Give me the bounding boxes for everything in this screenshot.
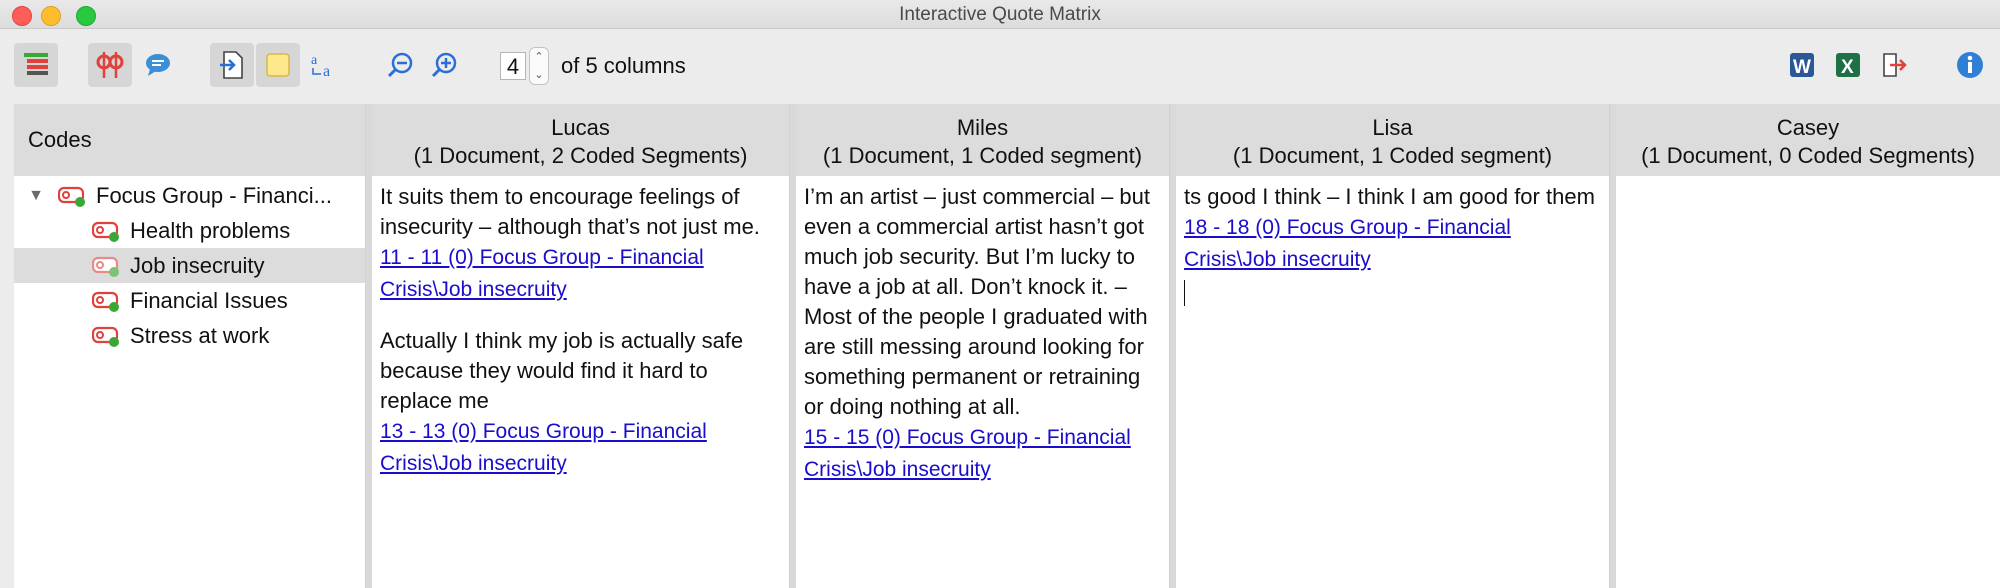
column-summary: (1 Document, 2 Coded Segments) [413, 143, 748, 168]
column-body[interactable]: ts good I think – I think I am good for … [1176, 176, 1609, 314]
segment-link[interactable]: 13 - 13 (0) Focus Group - Financial Cris… [380, 416, 781, 480]
coded-segments-icon [96, 52, 124, 78]
matrix-column-casey: Casey (1 Document, 0 Coded Segments) [1616, 104, 2000, 588]
info-button[interactable] [1948, 43, 1992, 87]
column-header: Lisa (1 Document, 1 Coded segment) [1176, 104, 1609, 176]
font-icon: a a [311, 53, 330, 80]
svg-text:W: W [1793, 57, 1811, 78]
columns-stepper[interactable]: ⌃ ⌄ [529, 47, 549, 85]
column-name: Miles [956, 115, 1009, 140]
column-body: I’m an artist – just commercial – but ev… [796, 176, 1169, 486]
column-body [1616, 176, 2000, 182]
column-name: Lisa [1372, 115, 1413, 140]
memo-button[interactable] [256, 43, 300, 87]
codes-header: Codes [14, 104, 365, 176]
segment-text: Actually I think my job is actually safe… [380, 328, 744, 413]
matrix-column-miles: Miles (1 Document, 1 Coded segment) I’m … [796, 104, 1170, 588]
columns-label: of 5 columns [561, 53, 686, 78]
code-icon [91, 219, 122, 243]
columns-spinner: 4 ⌃ ⌄ of 5 columns [500, 47, 686, 85]
excel-export-icon: X [1836, 53, 1860, 78]
column-body: It suits them to encourage feelings of i… [372, 176, 789, 480]
code-label: Job insecruity [130, 252, 265, 278]
window-title: Interactive Quote Matrix [899, 4, 1101, 25]
comments-icon [146, 54, 170, 76]
svg-text:a: a [311, 53, 318, 68]
column-header: Miles (1 Document, 1 Coded segment) [796, 104, 1169, 176]
svg-text:a: a [323, 63, 330, 80]
column-header: Lucas (1 Document, 2 Coded Segments) [372, 104, 789, 176]
quote-matrix: Codes ▼ Focus Group - Financi... Health … [14, 104, 2000, 588]
import-button[interactable] [210, 43, 254, 87]
zoom-out-button[interactable] [378, 43, 422, 87]
coded-segments-button[interactable] [88, 43, 132, 87]
code-icon [91, 254, 122, 278]
font-button[interactable]: a a [302, 43, 346, 87]
zoom-in-button[interactable] [422, 43, 466, 87]
code-tree-item-parent[interactable]: ▼ Focus Group - Financi... [14, 178, 365, 213]
column-summary: (1 Document, 1 Coded segment) [822, 143, 1143, 168]
code-label: Health problems [130, 217, 291, 243]
segment-text: It suits them to encourage feelings of i… [380, 184, 760, 239]
zoom-out-icon [387, 52, 413, 78]
segment-link[interactable]: 15 - 15 (0) Focus Group - Financial Cris… [804, 422, 1161, 486]
code-tree-item[interactable]: Financial Issues [14, 283, 365, 318]
title-bar: Interactive Quote Matrix [0, 0, 2000, 29]
code-label: Focus Group - Financi... [96, 182, 332, 208]
column-name: Casey [1776, 115, 1840, 140]
export-word-button[interactable]: W [1780, 43, 1824, 87]
info-icon [1957, 52, 1983, 78]
toolbar: a a 4 ⌃ ⌄ of 5 columns W X [0, 29, 2000, 104]
export-excel-button[interactable]: X [1826, 43, 1870, 87]
comments-button[interactable] [136, 43, 180, 87]
code-label: Financial Issues [130, 287, 288, 313]
word-export-icon: W [1790, 53, 1814, 78]
matrix-column-lucas: Lucas (1 Document, 2 Coded Segments) It … [372, 104, 790, 588]
chevron-down-icon[interactable]: ⌄ [530, 66, 548, 84]
export-button[interactable] [1872, 43, 1916, 87]
chevron-up-icon[interactable]: ⌃ [530, 48, 548, 66]
segment-text: I’m an artist – just commercial – but ev… [804, 184, 1151, 419]
code-system-icon [24, 53, 48, 75]
code-tree-item-selected[interactable]: Job insecruity [14, 248, 365, 283]
column-header: Casey (1 Document, 0 Coded Segments) [1616, 104, 2000, 176]
codes-panel: Codes ▼ Focus Group - Financi... Health … [14, 104, 366, 588]
column-name: Lucas [551, 115, 610, 140]
code-tree: ▼ Focus Group - Financi... Health proble… [14, 176, 365, 353]
segment-link[interactable]: 11 - 11 (0) Focus Group - Financial Cris… [380, 242, 781, 306]
columns-input[interactable]: 4 [500, 52, 526, 80]
text-cursor [1184, 280, 1185, 306]
expand-triangle-icon[interactable]: ▼ [26, 187, 46, 205]
export-icon [1883, 53, 1907, 77]
code-icon [91, 324, 122, 348]
column-summary: (1 Document, 1 Coded segment) [1232, 143, 1553, 168]
code-icon [91, 289, 122, 313]
code-icon [57, 184, 88, 208]
svg-text:X: X [1841, 57, 1854, 78]
matrix-column-lisa: Lisa (1 Document, 1 Coded segment) ts go… [1176, 104, 1610, 588]
import-icon [220, 51, 243, 79]
code-label: Stress at work [130, 322, 270, 348]
code-tree-item[interactable]: Stress at work [14, 318, 365, 353]
segment-text: ts good I think – I think I am good for … [1184, 184, 1595, 209]
segment-link[interactable]: 18 - 18 (0) Focus Group - Financial Cris… [1184, 212, 1601, 276]
memo-icon [266, 53, 290, 77]
column-summary: (1 Document, 0 Coded Segments) [1641, 143, 1975, 168]
code-system-button[interactable] [14, 43, 58, 87]
zoom-in-icon [431, 52, 457, 78]
code-tree-item[interactable]: Health problems [14, 213, 365, 248]
